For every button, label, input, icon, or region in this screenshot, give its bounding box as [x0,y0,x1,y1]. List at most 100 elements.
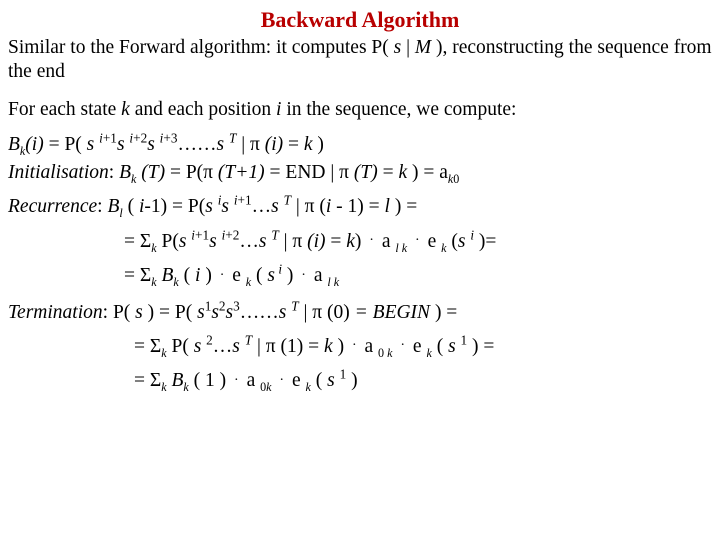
term3-B: B [167,370,184,391]
term2-si: s [448,336,460,357]
intro-mid: | [401,37,415,58]
eq-eqk: = [283,134,304,155]
rec2-eqk: = [326,231,347,252]
eq-pi: π [250,134,260,155]
rec2-ak: k [399,241,407,255]
rec2-ip1p: +1 [195,227,209,242]
termination-line: Termination: P( s ) = P( s1s2s3……s T | π… [8,301,712,325]
rec3-arg: ( [179,265,195,286]
intro-text-1: Similar to the Forward algorithm: it com… [8,37,394,58]
term-dots: …… [240,302,279,323]
init-arg: (T) [136,162,165,183]
eq-bar: | [236,134,250,155]
foreach-a: For each state [8,99,121,120]
rec3-arg2: ) [200,265,216,286]
termination-line-3: = Σk Bk ( 1 ) · a 0k · e k ( s 1 ) [134,369,712,393]
rec2-ip2p: +2 [225,227,239,242]
rec-ip1p: +1 [238,193,252,208]
eq-arg: (i) [25,134,43,155]
term2-dot2: · [397,337,408,353]
rec2-lpar: ( [446,231,457,252]
foreach-paragraph: For each state k and each position i in … [8,98,712,122]
term3-dot: · [231,372,242,388]
eq-s3: s [147,134,159,155]
term-s1: s [197,302,205,323]
init-end: = END | [265,162,339,183]
term-close: ) = [430,302,457,323]
rec-m1: -1) = P( [144,196,205,217]
term2-a: a [360,336,378,357]
rec3-rpar: ) [282,265,298,286]
foreach-b: and each position [130,99,276,120]
init-pi2: π [339,162,349,183]
term-BEGIN: BEGIN [373,302,430,323]
rec2-close: ) [355,231,366,252]
rec2-si: s [458,231,470,252]
term-label: Termination [8,302,103,323]
rec2-T: T [271,227,278,242]
rec3-dot2: · [298,267,309,283]
term-T: T [291,298,298,313]
rec2-dot2: · [412,232,423,248]
rec3-B: B [157,265,174,286]
term3-arg: ( 1 ) [189,370,231,391]
rec3-si: s [267,265,275,286]
eq-piarg: (i) [260,134,283,155]
term2-e: e [408,336,426,357]
init-label: Initialisation [8,162,109,183]
rec2-eq: = Σ [124,231,151,252]
term2-bar: | [252,336,266,357]
rec2-s1: s [179,231,191,252]
eq-p1: +1 [103,130,117,145]
rec-label: Recurrence [8,196,97,217]
rec-s3: s [271,196,283,217]
recurrence-line-3: = Σk Bk ( i ) · e k ( s i ) · a l k [124,264,712,288]
term-s2: s [211,302,219,323]
intro-paragraph: Similar to the Forward algorithm: it com… [8,36,712,85]
term2-ak: k [384,346,392,360]
rec3-eq: = Σ [124,265,151,286]
init-pi: π [203,162,213,183]
eq-eq: = P( [44,134,87,155]
term-sT: s [279,302,291,323]
foreach-k: k [121,99,130,120]
term3-dot2: · [276,372,287,388]
rec-T: T [284,193,291,208]
foreach-c: in the sequence, we compute: [281,99,516,120]
rec3-e: e [227,265,245,286]
rec-arg: ( [123,196,139,217]
term2-eq: = Σ [134,336,161,357]
term2-pi: π [266,336,276,357]
term-pi: π [312,302,322,323]
rec2-s2: s [209,231,221,252]
rec2-s3: s [259,231,271,252]
rec3-dot: · [217,267,228,283]
rec2-piarg: (i) [302,231,325,252]
term2-eqk: = [303,336,324,357]
rec2-P: P( [157,231,179,252]
rec2-dot: · [366,232,377,248]
term2-close: ) [333,336,349,357]
term2-dots: … [213,336,233,357]
initialisation-line: Initialisation: Bk (T) = P(π (T+1) = END… [8,161,712,185]
rec3-lpar: ( [251,265,267,286]
eq-dots: …… [177,134,216,155]
rec-bar: | [291,196,305,217]
term3-eq: = Σ [134,370,161,391]
term-s: s [135,302,143,323]
rec2-a: a [377,231,395,252]
init-eqk: = [378,162,399,183]
eq-s1: s [87,134,99,155]
term2-one: (1) [276,336,304,357]
rec2-pi: π [292,231,302,252]
slide-title: Backward Algorithm [8,6,712,34]
term3-ak: k [266,380,271,394]
term3-rpar: ) [346,370,357,391]
term2-rpar: ) = [467,336,494,357]
rec2-e: e [423,231,441,252]
term2-lpar: ( [432,336,448,357]
term-e3: 3 [233,298,240,313]
eq-close: ) [313,134,324,155]
term-eq: ) = P( [143,302,197,323]
rec-piarg: ( [315,196,326,217]
